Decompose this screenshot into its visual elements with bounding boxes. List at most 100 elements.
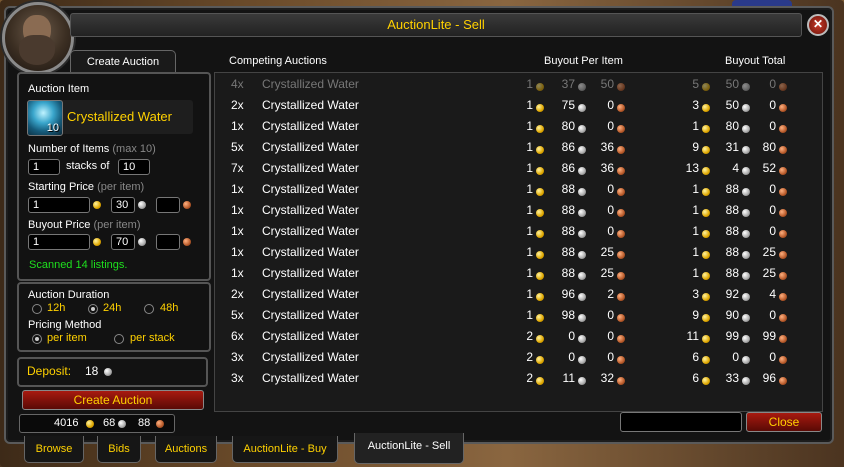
radio-12h-label: 12h — [47, 302, 66, 314]
gold-coin-icon — [702, 209, 710, 217]
row-tc: 0 — [769, 182, 776, 196]
row-pg: 2 — [526, 329, 533, 343]
table-row[interactable]: 4x Crystallized Water 1 37 50 5 50 0 — [215, 77, 821, 98]
copper-coin-icon — [617, 83, 625, 91]
copper-coin-icon — [156, 420, 164, 428]
gold-coin-icon — [86, 420, 94, 428]
money-copper: 88 — [138, 417, 151, 429]
row-ps: 88 — [561, 245, 575, 259]
copper-coin-icon — [779, 335, 787, 343]
deposit-value: 18 — [85, 364, 99, 378]
row-tg: 1 — [692, 182, 699, 196]
table-row[interactable]: 1x Crystallized Water 1 88 25 1 88 25 — [215, 245, 821, 266]
table-row[interactable]: 6x Crystallized Water 2 0 0 11 99 99 — [215, 329, 821, 350]
buyout-gold-input[interactable]: 1 — [28, 234, 90, 250]
radio-12h[interactable] — [32, 304, 42, 314]
start-copper-input[interactable] — [156, 197, 180, 213]
copper-coin-icon — [779, 104, 787, 112]
close-button[interactable]: Close — [746, 412, 822, 432]
copper-coin-icon — [617, 293, 625, 301]
row-tg: 13 — [685, 161, 699, 175]
table-row[interactable]: 3x Crystallized Water 2 11 32 6 33 96 — [215, 371, 821, 392]
row-quantity: 1x — [231, 266, 244, 280]
competing-auctions-list[interactable]: 4x Crystallized Water 1 37 50 5 50 0 2x Crystalli… — [214, 72, 823, 412]
auction-item-slot[interactable]: 10 Crystallized Water — [27, 100, 193, 136]
row-pg: 1 — [526, 77, 533, 91]
header-competing-auctions[interactable]: Competing Auctions — [229, 55, 327, 67]
row-ts: 4 — [732, 161, 739, 175]
row-ts: 88 — [725, 182, 739, 196]
table-row[interactable]: 3x Crystallized Water 2 0 0 6 0 0 — [215, 350, 821, 371]
gold-coin-icon — [702, 146, 710, 154]
row-ps: 80 — [561, 119, 575, 133]
table-row[interactable]: 2x Crystallized Water 1 75 0 3 50 0 — [215, 98, 821, 119]
row-tc: 52 — [762, 161, 776, 175]
gold-coin-icon — [536, 251, 544, 259]
copper-coin-icon — [779, 377, 787, 385]
money-silver: 68 — [103, 417, 116, 429]
stacks-of-label: stacks of — [66, 160, 110, 172]
table-row[interactable]: 5x Crystallized Water 1 86 36 9 31 80 — [215, 140, 821, 161]
tab-auctionlite-sell[interactable]: AuctionLite - Sell — [354, 433, 464, 464]
start-gold-input[interactable]: 1 — [28, 197, 90, 213]
row-pg: 1 — [526, 182, 533, 196]
copper-coin-icon — [779, 314, 787, 322]
table-row[interactable]: 1x Crystallized Water 1 88 0 1 88 0 — [215, 182, 821, 203]
buyout-silver-input[interactable]: 70 — [111, 234, 135, 250]
tab-browse[interactable]: Browse — [24, 436, 84, 463]
tab-auctionlite-buy[interactable]: AuctionLite - Buy — [232, 436, 338, 463]
buyout-price-text: Buyout Price — [28, 219, 91, 231]
table-row[interactable]: 1x Crystallized Water 1 80 0 1 80 0 — [215, 119, 821, 140]
row-ps: 86 — [561, 140, 575, 154]
row-ts: 99 — [725, 329, 739, 343]
gold-coin-icon — [93, 201, 101, 209]
stack-size-input[interactable]: 10 — [118, 159, 150, 175]
buyout-copper-input[interactable] — [156, 234, 180, 250]
create-auction-button[interactable]: Create Auction — [22, 390, 204, 410]
row-pg: 2 — [526, 350, 533, 364]
copper-coin-icon — [183, 201, 191, 209]
row-item-name: Crystallized Water — [262, 287, 359, 301]
table-row[interactable]: 5x Crystallized Water 1 98 0 9 90 0 — [215, 308, 821, 329]
gold-coin-icon — [536, 125, 544, 133]
header-buyout-total[interactable]: Buyout Total — [725, 55, 785, 67]
table-row[interactable]: 1x Crystallized Water 1 88 25 1 88 25 — [215, 266, 821, 287]
copper-coin-icon — [617, 104, 625, 112]
row-item-name: Crystallized Water — [262, 371, 359, 385]
table-row[interactable]: 1x Crystallized Water 1 88 0 1 88 0 — [215, 224, 821, 245]
gold-coin-icon — [702, 335, 710, 343]
radio-per-item[interactable] — [32, 334, 42, 344]
table-row[interactable]: 2x Crystallized Water 1 96 2 3 92 4 — [215, 287, 821, 308]
copper-coin-icon — [617, 356, 625, 364]
num-items-text: Number of Items — [28, 143, 110, 155]
row-tg: 3 — [692, 98, 699, 112]
radio-per-stack[interactable] — [114, 334, 124, 344]
radio-48h[interactable] — [144, 304, 154, 314]
row-tc: 25 — [762, 266, 776, 280]
row-tc: 0 — [769, 308, 776, 322]
radio-24h[interactable] — [88, 304, 98, 314]
tab-create-auction[interactable]: Create Auction — [70, 50, 176, 73]
stacks-input[interactable]: 1 — [28, 159, 60, 175]
row-ps: 0 — [568, 329, 575, 343]
pricing-method-label: Pricing Method — [28, 319, 102, 331]
row-tg: 5 — [692, 77, 699, 91]
row-ts: 33 — [725, 371, 739, 385]
row-tg: 1 — [692, 119, 699, 133]
crystallized-water-icon[interactable]: 10 — [27, 100, 63, 136]
start-silver-input[interactable]: 30 — [111, 197, 135, 213]
tab-auctions[interactable]: Auctions — [155, 436, 217, 463]
silver-coin-icon — [578, 272, 586, 280]
row-tc: 25 — [762, 245, 776, 259]
copper-coin-icon — [779, 356, 787, 364]
row-pg: 2 — [526, 371, 533, 385]
money-gold: 4016 — [54, 417, 79, 429]
close-icon[interactable]: ✕ — [807, 14, 829, 36]
header-buyout-per-item[interactable]: Buyout Per Item — [544, 55, 623, 67]
copper-coin-icon — [617, 314, 625, 322]
silver-coin-icon — [118, 420, 126, 428]
table-row[interactable]: 1x Crystallized Water 1 88 0 1 88 0 — [215, 203, 821, 224]
silver-coin-icon — [578, 377, 586, 385]
table-row[interactable]: 7x Crystallized Water 1 86 36 13 4 52 — [215, 161, 821, 182]
tab-bids[interactable]: Bids — [97, 436, 141, 463]
